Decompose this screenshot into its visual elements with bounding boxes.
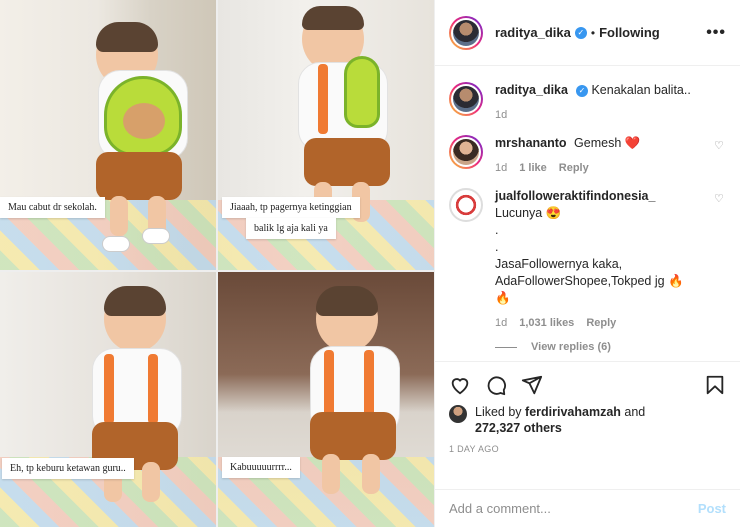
photo-caption: balik lg aja kali ya xyxy=(246,218,336,239)
comment-text-line: 🔥 xyxy=(495,291,511,305)
comment-icon[interactable] xyxy=(485,374,507,396)
comment-input[interactable]: Add a comment... xyxy=(449,501,551,516)
avatar[interactable] xyxy=(449,188,483,222)
separator: • xyxy=(590,25,596,40)
backpack xyxy=(344,56,380,128)
heart-icon[interactable] xyxy=(449,374,471,396)
bookmark-icon[interactable] xyxy=(704,374,726,396)
comment-text: Kenakalan balita.. xyxy=(591,83,691,97)
comment-text-line: . xyxy=(495,240,499,254)
comment-text-line: . xyxy=(495,223,499,237)
view-replies-button[interactable]: View replies (6) xyxy=(495,341,726,353)
backpack xyxy=(104,76,182,156)
post-header: raditya_dika ✓ • Following ••• xyxy=(435,0,740,66)
comment-likes[interactable]: 1,031 likes xyxy=(519,317,574,329)
comment-text: Lucunya 😍 xyxy=(495,206,562,220)
comment-composer: Add a comment... Post xyxy=(435,489,740,527)
baby-head xyxy=(316,286,378,352)
avatar[interactable] xyxy=(449,135,483,169)
photo-panel-2: Jiaaah, tp pagernya ketinggian balik lg … xyxy=(218,0,434,270)
baby-head xyxy=(104,286,166,352)
comment-text: Gemesh ❤️ xyxy=(574,136,641,150)
comment-username[interactable]: mrshananto xyxy=(495,136,567,150)
comment-likes[interactable]: 1 like xyxy=(519,162,547,174)
likes-summary: Liked by ferdirivahamzah and 272,327 oth… xyxy=(449,404,726,436)
avatar[interactable] xyxy=(449,82,483,116)
comment-text-line: JasaFollowernya kaka, xyxy=(495,257,623,271)
baby-shorts xyxy=(310,412,396,460)
post-media[interactable]: Mau cabut dr sekolah. Jiaaah, tp pagerny… xyxy=(0,0,434,527)
baby-shorts xyxy=(96,152,182,200)
liked-by-prefix: Liked by xyxy=(475,405,522,419)
share-icon[interactable] xyxy=(521,374,543,396)
comment-text-line: AdaFollowerShopee,Tokped jg 🔥 xyxy=(495,274,684,288)
liked-by-and: and xyxy=(624,405,646,419)
comment-username[interactable]: raditya_dika xyxy=(495,83,568,97)
caption-comment: raditya_dika ✓ Kenakalan balita.. 1d xyxy=(449,82,726,121)
view-replies-label: View replies (6) xyxy=(531,341,611,353)
reply-button[interactable]: Reply xyxy=(586,317,616,329)
following-button[interactable]: Following xyxy=(599,25,660,40)
username-link[interactable]: raditya_dika xyxy=(495,25,571,40)
baby-shorts xyxy=(304,138,390,186)
photo-panel-3: Eh, tp keburu ketawan guru.. xyxy=(0,272,216,527)
verified-badge-icon: ✓ xyxy=(575,84,588,97)
photo-caption: Jiaaah, tp pagernya ketinggian xyxy=(222,197,360,218)
comment-time[interactable]: 1d xyxy=(495,317,507,329)
photo-panel-1: Mau cabut dr sekolah. xyxy=(0,0,216,270)
post-sidebar: raditya_dika ✓ • Following ••• raditya_d… xyxy=(434,0,740,527)
comment-username[interactable]: jualfolloweraktifindonesia_ xyxy=(495,189,655,203)
comment-like-heart-icon[interactable]: ♡ xyxy=(714,192,726,205)
photo-caption: Mau cabut dr sekolah. xyxy=(0,197,105,218)
post-comment-button[interactable]: Post xyxy=(698,501,726,516)
liker-avatar[interactable] xyxy=(449,405,467,423)
post-timestamp[interactable]: 1 DAY AGO xyxy=(449,444,726,454)
comment-time[interactable]: 1d xyxy=(495,162,507,174)
photo-panel-4: Kabuuuuurrrr... xyxy=(218,272,434,527)
more-options-icon[interactable]: ••• xyxy=(706,24,726,42)
comments-list[interactable]: raditya_dika ✓ Kenakalan balita.. 1d mrsh… xyxy=(435,66,740,361)
comment-time[interactable]: 1d xyxy=(495,109,507,121)
liker-username[interactable]: ferdirivahamzah xyxy=(525,405,621,419)
verified-badge-icon: ✓ xyxy=(574,26,587,39)
comment-like-heart-icon[interactable]: ♡ xyxy=(714,139,726,152)
instagram-post-modal: Mau cabut dr sekolah. Jiaaah, tp pagerny… xyxy=(0,0,740,527)
likes-count[interactable]: 272,327 others xyxy=(475,421,562,435)
post-actions: Liked by ferdirivahamzah and 272,327 oth… xyxy=(435,361,740,489)
reply-button[interactable]: Reply xyxy=(559,162,589,174)
avatar[interactable] xyxy=(449,16,483,50)
comment-item: jualfolloweraktifindonesia_ Lucunya 😍 . .… xyxy=(449,188,726,329)
comment-item: mrshananto Gemesh ❤️ 1d 1 like Reply ♡ xyxy=(449,135,726,174)
photo-caption: Eh, tp keburu ketawan guru.. xyxy=(2,458,134,479)
replies-divider xyxy=(495,346,517,348)
photo-caption: Kabuuuuurrrr... xyxy=(222,457,300,478)
